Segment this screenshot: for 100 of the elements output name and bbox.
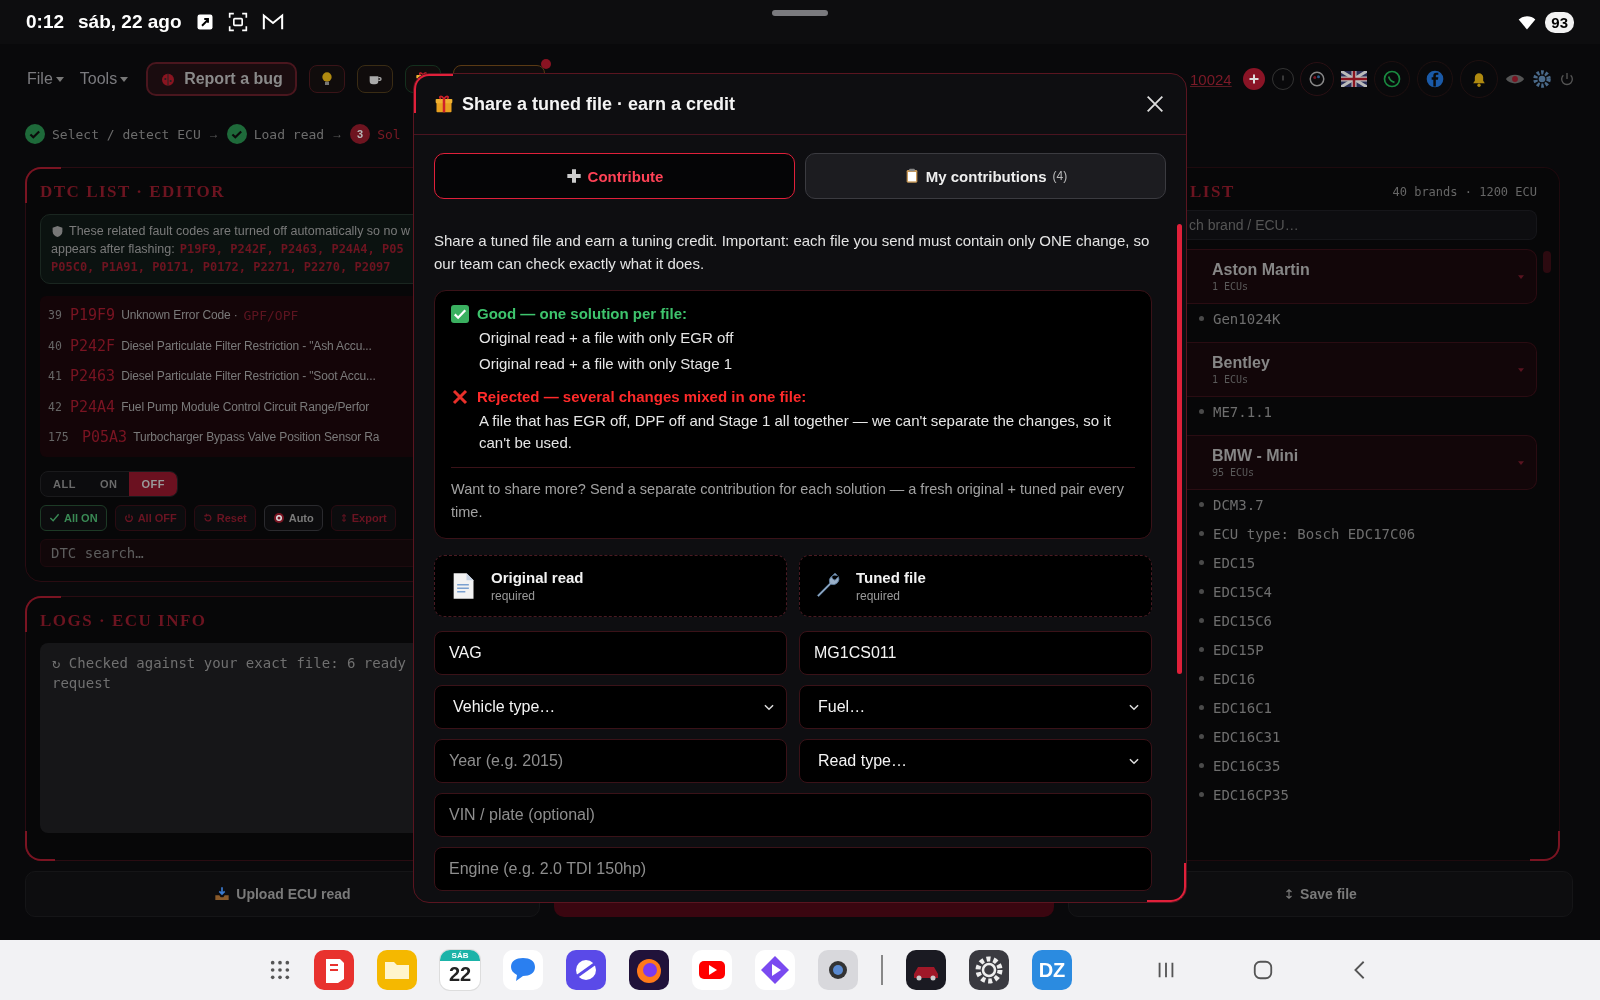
text-field[interactable]: Engine (e.g. 2.0 TDI 150hp) (434, 846, 1152, 891)
camera-app-icon[interactable] (818, 950, 858, 990)
caret-icon (1518, 367, 1524, 372)
menu-button[interactable]: Tools (77, 70, 131, 88)
search-field[interactable]: ch brand / ECU… (1187, 210, 1537, 240)
ecu-item[interactable]: EDC15C4 (1213, 583, 1272, 600)
ecu-item[interactable]: EDC16CP35 (1213, 786, 1289, 803)
brand-row[interactable]: Aston Martin 1 ECUs (1187, 249, 1537, 304)
flag-icon[interactable] (1341, 71, 1368, 87)
caret-icon (1518, 460, 1524, 465)
ecu-item[interactable]: ECU type: Bosch EDC17C06 (1213, 525, 1416, 542)
step-number: 3 (350, 124, 371, 144)
brand-name: Bentley (1212, 354, 1270, 372)
ecu-item[interactable]: Gen1024K (1213, 310, 1281, 327)
row-number: 175 (48, 430, 70, 445)
check-icon (49, 512, 60, 523)
dtc-description: Unknown Error Code · (121, 308, 238, 323)
report-bug-button[interactable]: Report a bug (146, 62, 297, 96)
date: sáb, 22 ago (78, 11, 182, 33)
ecu-item[interactable]: EDC15 (1213, 554, 1256, 571)
intro-text: Share a tuned file and earn a tuning credit. Important: each file you send must contain only ONE change, so our team can check exactly what it does. (434, 231, 1151, 275)
apps-grid-icon[interactable] (269, 959, 291, 981)
select-field[interactable]: Vehicle type… (434, 684, 787, 729)
ecu-item[interactable]: EDC16 (1213, 670, 1256, 687)
ecu-item[interactable]: DCM3.7 (1213, 496, 1264, 513)
tab[interactable]: Contribute (434, 153, 795, 199)
row-number: 39 (48, 308, 63, 323)
up-down-arrow-icon (339, 513, 348, 522)
scrollbar-thumb[interactable] (1177, 224, 1182, 674)
brand-row[interactable]: BMW - Mini 95 ECUs (1187, 435, 1537, 490)
chat-bubble-app-icon[interactable] (503, 950, 543, 990)
fault-code-list: P05C0, P1A91, P0171, P0172, P2271, P2270, P2097 (51, 260, 391, 274)
power-icon[interactable] (1558, 71, 1575, 87)
text-field[interactable]: MG1CS011 (799, 630, 1152, 675)
lightbulb-button[interactable] (308, 65, 345, 93)
up-down-arrow-icon (1284, 889, 1295, 899)
dtc-code: P2463 (70, 367, 116, 386)
brand-row[interactable]: Bentley 1 ECUs (1187, 342, 1537, 397)
row-number: 40 (48, 338, 63, 353)
ecu-item[interactable]: EDC15P (1213, 641, 1264, 658)
inbox-tray-icon (214, 886, 231, 902)
diamond-play-app-icon[interactable] (755, 950, 795, 990)
text-field[interactable]: VIN / plate (optional) (434, 792, 1152, 837)
step-arrow: → (207, 127, 220, 141)
select-field[interactable]: Fuel… (799, 684, 1152, 729)
scrollbar-thumb[interactable] (1543, 251, 1551, 273)
action-button[interactable]: All ON (40, 504, 107, 531)
settings-icon[interactable] (1532, 69, 1552, 89)
select-field[interactable]: Read type… (799, 738, 1152, 783)
drop-zone-title: Original read (491, 568, 584, 586)
dtc-description: Turbocharger Bypass Valve Position Sensor Ra (133, 430, 380, 445)
rule-example: Original read + a file with only Stage 1 (478, 354, 734, 374)
ecu-item[interactable]: EDC15C6 (1213, 612, 1272, 629)
menu-button[interactable]: File (25, 70, 66, 88)
calendar-app-button[interactable]: SÁB 22 (440, 950, 480, 990)
note-text: Want to share more? Send a separate contribution for each solution — a fresh original + tuned pair every time. (451, 479, 1125, 522)
cross-icon (451, 387, 469, 406)
bullet (1199, 763, 1204, 768)
action-button[interactable]: Auto (263, 504, 323, 531)
close-button[interactable] (1144, 93, 1166, 115)
bullet (1199, 531, 1204, 536)
notes-app-icon[interactable] (314, 950, 354, 990)
ecu-item[interactable]: EDC16C35 (1213, 757, 1281, 774)
rule-example: Original read + a file with only EGR off (478, 327, 735, 348)
brand-name: BMW - Mini (1212, 447, 1299, 465)
tab[interactable]: My contributions (4) (805, 153, 1166, 199)
coffee-button[interactable] (356, 65, 393, 93)
check-box-icon (451, 304, 469, 323)
brand-name: Aston Martin (1212, 261, 1310, 279)
notification-dot (540, 59, 551, 69)
filter-option[interactable]: ALL (41, 471, 88, 496)
ecu-item[interactable]: EDC16C1 (1213, 699, 1272, 716)
file-drop-zone[interactable]: Original read required (434, 554, 787, 617)
search-field[interactable]: DTC search… (40, 538, 413, 567)
filter-option[interactable]: OFF (129, 471, 177, 496)
filter-option[interactable]: ON (87, 471, 130, 496)
monogram-app-button[interactable]: DZ (1032, 950, 1072, 990)
text-field[interactable]: Year (e.g. 2015) (434, 738, 787, 783)
clock: 0:12 (26, 11, 65, 33)
gear-app-icon[interactable] (969, 950, 1009, 990)
add-credits-button[interactable] (1242, 68, 1265, 90)
car-app-icon[interactable] (906, 950, 946, 990)
dialog-title: Share a tuned file · earn a credit (462, 93, 736, 115)
ecu-item[interactable]: ME7.1.1 (1213, 403, 1272, 420)
ecu-item[interactable]: EDC16C31 (1213, 728, 1281, 745)
text-field[interactable]: VAG (434, 630, 787, 675)
home-icon[interactable] (1252, 959, 1274, 981)
close-icon (1144, 93, 1166, 115)
bullet (1199, 676, 1204, 681)
row-number: 41 (48, 369, 63, 384)
rule-heading: Good — one solution per file: (477, 305, 687, 322)
plus-icon (1247, 73, 1260, 85)
play-button-app-icon[interactable] (692, 950, 732, 990)
drag-handle[interactable] (772, 10, 828, 16)
file-drop-zone[interactable]: Tuned file required (799, 554, 1152, 617)
ecu-count: 95 ECUs (1212, 467, 1256, 478)
notice-text: appears after flashing: (51, 242, 175, 256)
gift-icon (434, 94, 454, 114)
drop-zone-title: Tuned file (856, 568, 926, 586)
check-icon (25, 124, 45, 144)
